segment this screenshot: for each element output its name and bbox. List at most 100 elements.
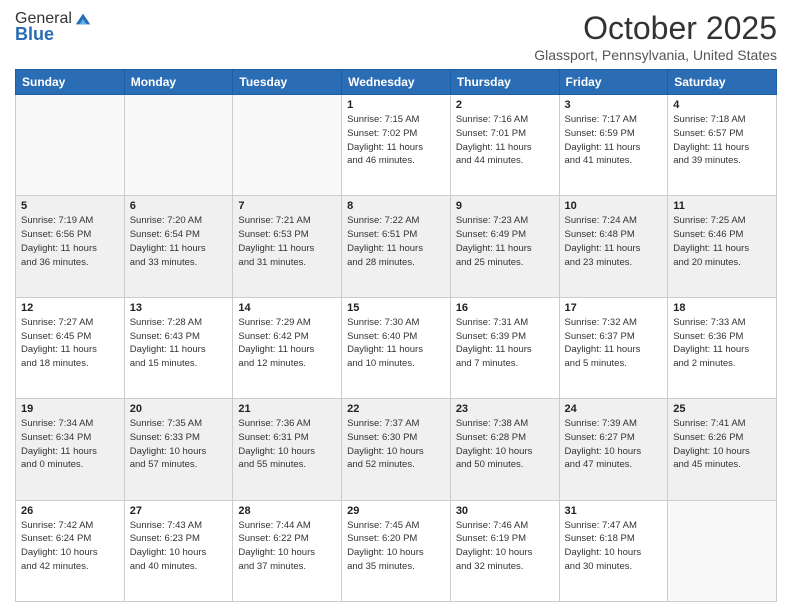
day-number: 30 [456,505,554,517]
day-number: 31 [565,505,663,517]
day-info: Sunrise: 7:31 AMSunset: 6:39 PMDaylight:… [456,316,554,371]
calendar-cell: 4 Sunrise: 7:18 AMSunset: 6:57 PMDaylight… [668,95,777,196]
calendar-cell [233,95,342,196]
day-number: 11 [673,200,771,212]
day-number: 17 [565,302,663,314]
calendar-week-row: 19 Sunrise: 7:34 AMSunset: 6:34 PMDayligh… [16,399,777,500]
logo: General Blue [15,10,92,45]
day-number: 21 [238,403,336,415]
day-info: Sunrise: 7:16 AMSunset: 7:01 PMDaylight:… [456,113,554,168]
day-number: 7 [238,200,336,212]
page: General Blue October 2025 Glassport, Pen… [0,0,792,612]
calendar-cell: 16 Sunrise: 7:31 AMSunset: 6:39 PMDayligh… [450,297,559,398]
calendar-cell [124,95,233,196]
day-number: 8 [347,200,445,212]
title-section: October 2025 Glassport, Pennsylvania, Un… [534,10,777,63]
day-number: 16 [456,302,554,314]
day-info: Sunrise: 7:35 AMSunset: 6:33 PMDaylight:… [130,417,228,472]
day-info: Sunrise: 7:19 AMSunset: 6:56 PMDaylight:… [21,214,119,269]
day-info: Sunrise: 7:41 AMSunset: 6:26 PMDaylight:… [673,417,771,472]
day-number: 15 [347,302,445,314]
calendar-cell: 30 Sunrise: 7:46 AMSunset: 6:19 PMDayligh… [450,500,559,601]
day-number: 20 [130,403,228,415]
calendar-cell: 28Sunrise: 7:44 AMSunset: 6:22 PMDayligh… [233,500,342,601]
header: General Blue October 2025 Glassport, Pen… [15,10,777,63]
day-number: 26 [21,505,119,517]
day-info: Sunrise: 7:42 AMSunset: 6:24 PMDaylight:… [21,519,119,574]
day-number: 25 [673,403,771,415]
calendar-table: SundayMondayTuesdayWednesdayThursdayFrid… [15,69,777,602]
day-info: Sunrise: 7:39 AMSunset: 6:27 PMDaylight:… [565,417,663,472]
day-number: 4 [673,99,771,111]
calendar-cell: 10Sunrise: 7:24 AMSunset: 6:48 PMDayligh… [559,196,668,297]
day-info: Sunrise: 7:47 AMSunset: 6:18 PMDaylight:… [565,519,663,574]
calendar-cell: 25 Sunrise: 7:41 AMSunset: 6:26 PMDayligh… [668,399,777,500]
day-number: 23 [456,403,554,415]
day-info: Sunrise: 7:15 AMSunset: 7:02 PMDaylight:… [347,113,445,168]
day-info: Sunrise: 7:37 AMSunset: 6:30 PMDaylight:… [347,417,445,472]
day-info: Sunrise: 7:27 AMSunset: 6:45 PMDaylight:… [21,316,119,371]
logo-icon [74,10,92,28]
day-info: Sunrise: 7:32 AMSunset: 6:37 PMDaylight:… [565,316,663,371]
calendar-cell: 29 Sunrise: 7:45 AMSunset: 6:20 PMDayligh… [342,500,451,601]
calendar-cell: 12 Sunrise: 7:27 AMSunset: 6:45 PMDayligh… [16,297,125,398]
day-number: 28 [238,505,336,517]
calendar-cell: 19 Sunrise: 7:34 AMSunset: 6:34 PMDayligh… [16,399,125,500]
day-number: 13 [130,302,228,314]
calendar-cell: 2Sunrise: 7:16 AMSunset: 7:01 PMDaylight… [450,95,559,196]
day-number: 29 [347,505,445,517]
calendar-cell [668,500,777,601]
calendar-cell: 24Sunrise: 7:39 AMSunset: 6:27 PMDayligh… [559,399,668,500]
day-info: Sunrise: 7:45 AMSunset: 6:20 PMDaylight:… [347,519,445,574]
calendar-cell: 6Sunrise: 7:20 AMSunset: 6:54 PMDaylight… [124,196,233,297]
day-number: 22 [347,403,445,415]
calendar-cell: 11 Sunrise: 7:25 AMSunset: 6:46 PMDayligh… [668,196,777,297]
day-info: Sunrise: 7:17 AMSunset: 6:59 PMDaylight:… [565,113,663,168]
day-number: 12 [21,302,119,314]
calendar-week-row: 12 Sunrise: 7:27 AMSunset: 6:45 PMDayligh… [16,297,777,398]
calendar-cell: 14Sunrise: 7:29 AMSunset: 6:42 PMDayligh… [233,297,342,398]
day-info: Sunrise: 7:33 AMSunset: 6:36 PMDaylight:… [673,316,771,371]
day-info: Sunrise: 7:18 AMSunset: 6:57 PMDaylight:… [673,113,771,168]
day-number: 14 [238,302,336,314]
weekday-header-tuesday: Tuesday [233,70,342,95]
calendar-week-row: 1Sunrise: 7:15 AMSunset: 7:02 PMDaylight… [16,95,777,196]
day-info: Sunrise: 7:28 AMSunset: 6:43 PMDaylight:… [130,316,228,371]
calendar-week-row: 26 Sunrise: 7:42 AMSunset: 6:24 PMDayligh… [16,500,777,601]
weekday-header-monday: Monday [124,70,233,95]
calendar-cell: 1Sunrise: 7:15 AMSunset: 7:02 PMDaylight… [342,95,451,196]
calendar-cell: 5 Sunrise: 7:19 AMSunset: 6:56 PMDaylight… [16,196,125,297]
calendar-week-row: 5 Sunrise: 7:19 AMSunset: 6:56 PMDaylight… [16,196,777,297]
day-number: 18 [673,302,771,314]
calendar-cell: 22 Sunrise: 7:37 AMSunset: 6:30 PMDayligh… [342,399,451,500]
day-info: Sunrise: 7:30 AMSunset: 6:40 PMDaylight:… [347,316,445,371]
day-info: Sunrise: 7:34 AMSunset: 6:34 PMDaylight:… [21,417,119,472]
day-info: Sunrise: 7:36 AMSunset: 6:31 PMDaylight:… [238,417,336,472]
calendar-cell [16,95,125,196]
day-info: Sunrise: 7:43 AMSunset: 6:23 PMDaylight:… [130,519,228,574]
day-number: 9 [456,200,554,212]
day-number: 19 [21,403,119,415]
calendar-cell: 20 Sunrise: 7:35 AMSunset: 6:33 PMDayligh… [124,399,233,500]
calendar-cell: 31 Sunrise: 7:47 AMSunset: 6:18 PMDayligh… [559,500,668,601]
day-info: Sunrise: 7:46 AMSunset: 6:19 PMDaylight:… [456,519,554,574]
day-info: Sunrise: 7:24 AMSunset: 6:48 PMDaylight:… [565,214,663,269]
day-number: 3 [565,99,663,111]
calendar-cell: 15 Sunrise: 7:30 AMSunset: 6:40 PMDayligh… [342,297,451,398]
calendar-header-row: SundayMondayTuesdayWednesdayThursdayFrid… [16,70,777,95]
calendar-cell: 17 Sunrise: 7:32 AMSunset: 6:37 PMDayligh… [559,297,668,398]
month-title: October 2025 [534,10,777,47]
weekday-header-saturday: Saturday [668,70,777,95]
weekday-header-friday: Friday [559,70,668,95]
day-number: 5 [21,200,119,212]
calendar-cell: 7 Sunrise: 7:21 AMSunset: 6:53 PMDaylight… [233,196,342,297]
weekday-header-sunday: Sunday [16,70,125,95]
day-number: 6 [130,200,228,212]
calendar-cell: 27 Sunrise: 7:43 AMSunset: 6:23 PMDayligh… [124,500,233,601]
day-info: Sunrise: 7:21 AMSunset: 6:53 PMDaylight:… [238,214,336,269]
calendar-cell: 23Sunrise: 7:38 AMSunset: 6:28 PMDayligh… [450,399,559,500]
calendar-cell: 9Sunrise: 7:23 AMSunset: 6:49 PMDaylight… [450,196,559,297]
day-info: Sunrise: 7:25 AMSunset: 6:46 PMDaylight:… [673,214,771,269]
day-number: 27 [130,505,228,517]
calendar-cell: 21 Sunrise: 7:36 AMSunset: 6:31 PMDayligh… [233,399,342,500]
